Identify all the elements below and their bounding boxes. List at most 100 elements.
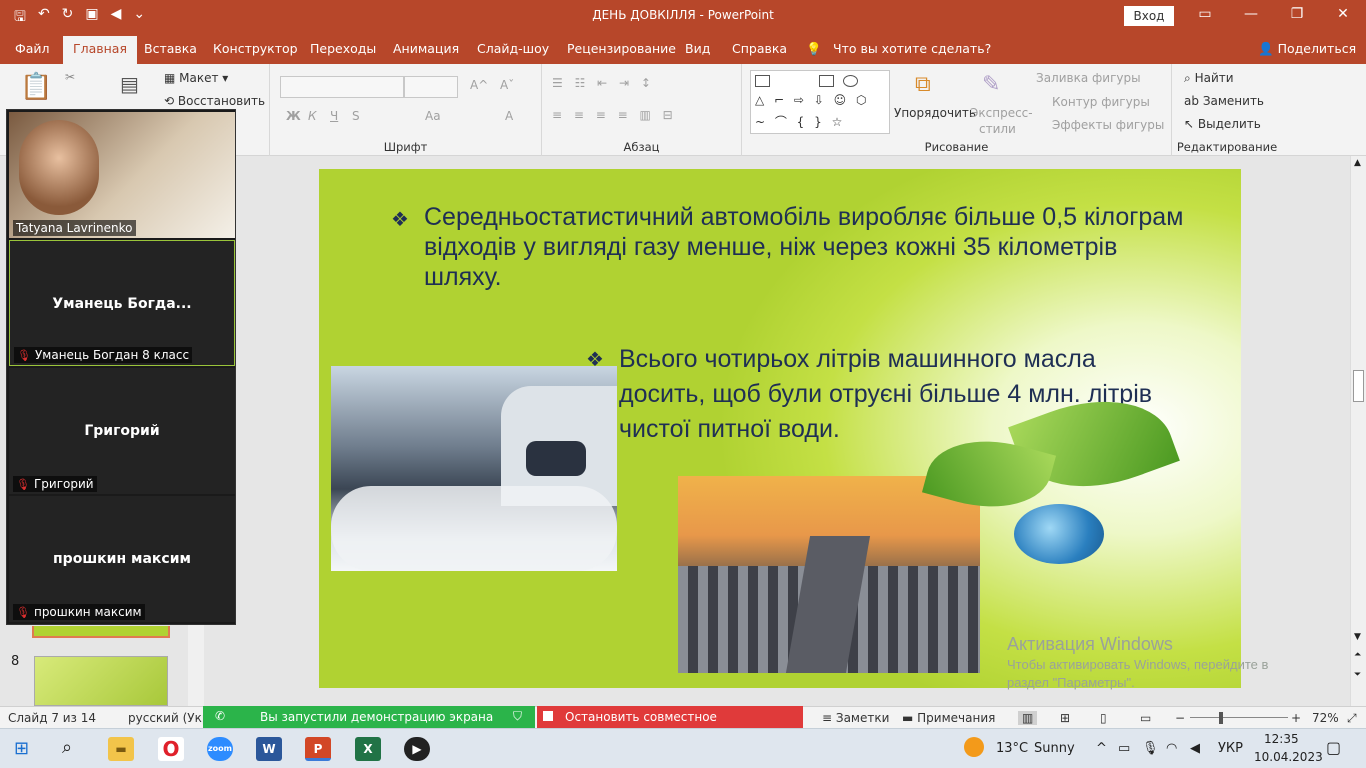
editor-scrollbar[interactable]: ▲ ▼ ⏶ ⏷	[1350, 156, 1366, 706]
close-icon[interactable]: ✕	[1328, 6, 1358, 22]
excel-icon[interactable]: X	[355, 737, 381, 761]
tab-slideshow[interactable]: Слайд-шоу	[477, 41, 549, 56]
find-button[interactable]: ⌕ Найти	[1184, 71, 1234, 86]
tab-view[interactable]: Вид	[685, 41, 710, 56]
tab-animation[interactable]: Анимация	[393, 41, 459, 56]
shrink-font-icon[interactable]: Aˇ	[500, 78, 514, 92]
shape-fill-button[interactable]: Заливка фигуры	[1036, 71, 1141, 85]
paste-icon[interactable]: 📋	[20, 72, 52, 102]
comments-button[interactable]: ▬ Примечания	[902, 711, 995, 725]
shadow-button[interactable]: S	[352, 109, 360, 123]
traffic-smog-photo[interactable]	[331, 366, 617, 571]
arrange-label[interactable]: Упорядочить	[894, 106, 976, 120]
tab-design[interactable]: Конструктор	[213, 41, 298, 56]
media-player-icon[interactable]: ▶	[404, 737, 430, 761]
cut-icon[interactable]: ✂	[65, 70, 75, 84]
video-tile-4[interactable]: прошкин максим 🎙 прошкин максим	[9, 496, 235, 622]
new-slide-icon[interactable]: ▤	[120, 72, 139, 96]
minimize-icon[interactable]: —	[1236, 6, 1266, 22]
search-icon[interactable]: ⌕	[62, 737, 72, 758]
font-family-select[interactable]	[280, 76, 404, 98]
quick-styles-label[interactable]: Экспресс-	[970, 106, 1033, 120]
more-shapes-icons[interactable]: △ ⌐ ⇨ ⇩ ☺ ⬡	[755, 93, 869, 107]
weather-temp[interactable]: 13°C	[996, 741, 1028, 756]
share-button[interactable]: 👤 Поделиться	[1258, 41, 1356, 57]
next-slide-icon[interactable]: ⏷	[1354, 670, 1361, 680]
slide-sorter-icon[interactable]: ⊞	[1060, 711, 1070, 725]
video-tile-2[interactable]: Уманець Богда... 🎙 Уманець Богдан 8 класс	[9, 240, 235, 366]
video-tile-1[interactable]: Tatyana Lavrinenko	[9, 112, 235, 238]
login-button[interactable]: Вход	[1124, 6, 1174, 26]
bullets-icon[interactable]: ☰ ☷ ⇤ ⇥ ↕	[552, 76, 655, 90]
replace-button[interactable]: ab Заменить	[1184, 94, 1264, 108]
shape-effects-button[interactable]: Эффекты фигуры	[1052, 118, 1164, 132]
wifi-icon[interactable]: ◠	[1166, 741, 1177, 756]
weather-condition[interactable]: Sunny	[1034, 741, 1075, 756]
scroll-down-icon[interactable]: ▼	[1354, 632, 1361, 642]
zoom-app-icon[interactable]: zoom	[207, 737, 233, 761]
layout-button[interactable]: ▦ Макет ▾	[164, 71, 228, 85]
reading-view-icon[interactable]: ▯	[1100, 711, 1107, 725]
slide-thumbnail-7[interactable]	[32, 626, 170, 638]
volume-icon[interactable]: ◀	[1190, 741, 1200, 756]
zoom-level[interactable]: 72%	[1312, 711, 1339, 725]
shape-outline-button[interactable]: Контур фигуры	[1052, 95, 1150, 109]
italic-button[interactable]: К	[308, 109, 317, 123]
font-size-select[interactable]	[404, 76, 458, 98]
textbox-shape-icon[interactable]	[755, 75, 770, 87]
font-color-button[interactable]: A	[505, 109, 513, 123]
rectangle-shape-icon[interactable]	[819, 75, 834, 87]
restore-icon[interactable]: ❐	[1282, 6, 1312, 22]
scroll-up-icon[interactable]: ▲	[1354, 158, 1361, 168]
tell-me-search[interactable]: Что вы хотите сделать?	[833, 41, 991, 56]
oval-shape-icon[interactable]	[843, 75, 858, 87]
video-tile-3[interactable]: Григорий 🎙 Григорий	[9, 368, 235, 494]
arrange-icon[interactable]: ⧉	[915, 72, 931, 97]
file-explorer-icon[interactable]: ▬	[108, 737, 134, 761]
reset-button[interactable]: ⟲ Восстановить	[164, 94, 265, 108]
slideshow-view-icon[interactable]: ▭	[1140, 711, 1151, 725]
change-case-button[interactable]: Aa	[425, 109, 441, 123]
quick-styles-icon[interactable]: ✎	[982, 72, 1000, 97]
notes-button[interactable]: ≡ Заметки	[822, 711, 889, 725]
clock-time[interactable]: 12:35	[1264, 732, 1299, 746]
ribbon-display-icon[interactable]: ▭	[1190, 6, 1220, 22]
select-button[interactable]: ↖ Выделить	[1184, 117, 1261, 131]
clock-date[interactable]: 10.04.2023	[1254, 750, 1323, 764]
fit-slide-icon[interactable]: ⤢	[1347, 711, 1357, 726]
highway-traffic-photo[interactable]	[678, 476, 980, 673]
zoom-in-icon[interactable]: +	[1291, 711, 1301, 725]
slide-canvas[interactable]: ❖ Середньостатистичний автомобіль виробл…	[319, 169, 1241, 688]
input-language[interactable]: УКР	[1218, 741, 1243, 756]
microphone-icon[interactable]: 🎙	[1142, 741, 1159, 756]
underline-button[interactable]: Ч	[330, 109, 338, 123]
tab-help[interactable]: Справка	[732, 41, 787, 56]
opera-icon[interactable]: O	[158, 737, 184, 761]
tab-transitions[interactable]: Переходы	[310, 41, 376, 56]
bold-button[interactable]: Ж	[286, 109, 301, 123]
zoom-slider-thumb[interactable]	[1219, 712, 1223, 724]
prev-slide-icon[interactable]: ⏶	[1354, 650, 1361, 660]
grow-font-icon[interactable]: A^	[470, 78, 488, 92]
show-hidden-icons[interactable]: ^	[1096, 741, 1107, 756]
zoom-out-icon[interactable]: −	[1175, 711, 1185, 725]
quick-styles-label-2[interactable]: стили	[979, 122, 1016, 136]
normal-view-icon[interactable]: ▥	[1018, 711, 1038, 725]
zoom-slider[interactable]	[1190, 717, 1288, 718]
tab-review[interactable]: Рецензирование	[567, 41, 676, 56]
scroll-thumb[interactable]	[1353, 370, 1364, 402]
tab-insert[interactable]: Вставка	[144, 41, 197, 56]
powerpoint-icon[interactable]: P	[305, 737, 331, 761]
battery-icon[interactable]: ▭	[1118, 741, 1130, 756]
stop-share-button[interactable]: Остановить совместное использование	[537, 706, 803, 738]
tab-home[interactable]: Главная	[63, 36, 137, 64]
notifications-icon[interactable]: ▢	[1326, 738, 1341, 757]
align-icons[interactable]: ≡ ≡ ≡ ≡ ▥ ⊟	[552, 108, 677, 122]
windows-start-icon[interactable]: ⊞	[14, 738, 29, 759]
shapes-gallery[interactable]: △ ⌐ ⇨ ⇩ ☺ ⬡ ~ ⌒ { } ☆	[750, 70, 890, 134]
slide-thumbnail-8[interactable]	[34, 656, 168, 706]
line-shapes-icons[interactable]: ~ ⌒ { } ☆	[755, 113, 845, 130]
tab-file[interactable]: Файл	[15, 41, 50, 56]
bullet-text-1[interactable]: Середньостатистичний автомобіль виробляє…	[424, 202, 1184, 292]
word-icon[interactable]: W	[256, 737, 282, 761]
